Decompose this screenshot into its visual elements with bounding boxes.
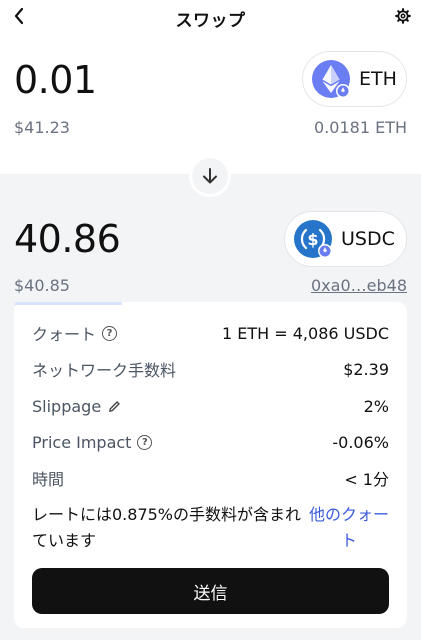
eth-token-icon <box>311 59 351 99</box>
from-token-symbol: ETH <box>359 68 397 90</box>
slippage-value: 2% <box>363 396 389 416</box>
network-fee-value: $2.39 <box>343 359 389 379</box>
gear-icon <box>395 8 411 24</box>
time-label: 時間 <box>32 470 65 489</box>
quote-refresh-progress <box>14 302 122 305</box>
arrow-down-icon <box>203 168 217 184</box>
price-impact-value: -0.06% <box>332 432 389 452</box>
network-fee-row: ネットワーク手数料 $2.39 <box>32 357 389 381</box>
quote-label: クォート <box>32 325 97 344</box>
pencil-icon[interactable] <box>107 399 122 414</box>
time-value: < 1分 <box>344 470 389 489</box>
info-icon[interactable]: ? <box>137 434 153 450</box>
info-icon[interactable]: ? <box>102 325 118 341</box>
network-fee-label: ネットワーク手数料 <box>32 361 177 380</box>
price-impact-label: Price Impact <box>32 432 132 452</box>
from-amount-input[interactable]: 0.01 <box>14 58 97 102</box>
swap-direction-button[interactable] <box>189 155 231 197</box>
quote-rate-value: 1 ETH = 4,086 USDC <box>221 323 389 343</box>
send-button[interactable]: 送信 <box>32 568 389 614</box>
fee-notice: レートには0.875%の手数料が含まれています <box>32 505 302 550</box>
to-amount: 40.86 <box>14 217 121 261</box>
from-fiat-value: $41.23 <box>14 118 70 137</box>
slippage-label: Slippage <box>32 396 102 416</box>
settings-button[interactable] <box>393 6 413 26</box>
quote-card: クォート ? 1 ETH = 4,086 USDC ネットワーク手数料 $2.3… <box>14 302 407 628</box>
page-title: スワップ <box>175 11 246 31</box>
usdc-token-icon: $ <box>293 219 333 259</box>
to-token-selector[interactable]: $ USDC <box>284 211 407 267</box>
from-token-selector[interactable]: ETH <box>302 51 407 107</box>
quote-row: クォート ? 1 ETH = 4,086 USDC <box>32 321 389 345</box>
time-row: 時間 < 1分 <box>32 466 389 490</box>
svg-text:$: $ <box>307 230 318 249</box>
to-fiat-value: $40.85 <box>14 276 70 295</box>
token-contract-address-link[interactable]: 0xa0…eb48 <box>311 276 407 295</box>
header: スワップ <box>0 0 421 34</box>
other-quotes-link[interactable]: 他のクォート <box>309 502 389 554</box>
to-token-symbol: USDC <box>341 228 395 250</box>
from-balance: 0.0181 ETH <box>314 118 407 137</box>
price-impact-row: Price Impact ? -0.06% <box>32 430 389 454</box>
slippage-row: Slippage 2% <box>32 394 389 418</box>
